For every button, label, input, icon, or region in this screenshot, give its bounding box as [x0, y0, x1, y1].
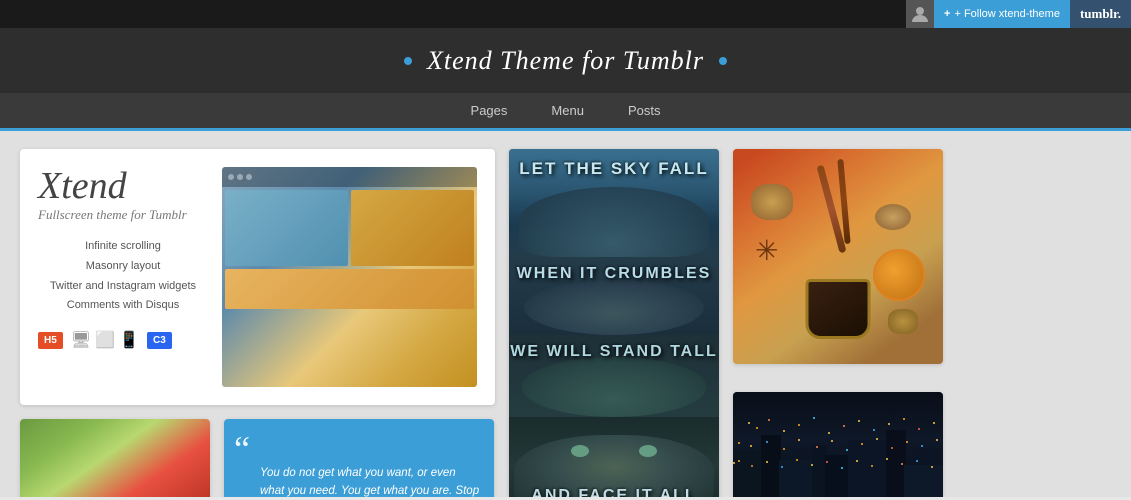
masonry-grid: Xtend Fullscreen theme for Tumblr Infini… [20, 149, 1111, 497]
title-dot-right [719, 57, 727, 65]
food-card [20, 419, 210, 497]
nav-posts[interactable]: Posts [606, 92, 683, 130]
city-photo-card [733, 392, 943, 497]
quote-card: “ You do not get what you want, or even … [224, 419, 494, 497]
follow-label: + Follow xtend-theme [954, 8, 1059, 20]
cat-section-sky: LET THE SKY FALL [509, 149, 719, 257]
screenshot-content [222, 187, 477, 387]
header: Xtend Theme for Tumblr [0, 28, 1131, 93]
screenshot-mock [222, 167, 477, 387]
site-title-text: Xtend Theme for Tumblr [427, 46, 704, 75]
feature-list: Infinite scrolling Masonry layout Twitte… [38, 237, 208, 316]
star-anise-icon: ✳ [755, 234, 778, 267]
feature-icons: H5 🖥 ⬜ 📱 C3 [38, 330, 208, 350]
column-2-cats: LET THE SKY FALL WHEN IT CRUMBLES WE WIL… [509, 149, 719, 497]
cat-text-line3: WE WILL STAND TALL [509, 343, 719, 361]
column-3-photos: ✳ [733, 149, 943, 497]
nav-bar: Pages Menu Posts [0, 93, 1131, 131]
main-content: Xtend Fullscreen theme for Tumblr Infini… [0, 131, 1131, 497]
follow-button[interactable]: + + Follow xtend-theme [934, 0, 1070, 28]
feature-item: Twitter and Instagram widgets [38, 277, 208, 297]
feature-item: Masonry layout [38, 257, 208, 277]
avatar [906, 0, 934, 28]
plus-icon: + [944, 8, 950, 20]
cat-section-face: AND FACE IT ALL [509, 417, 719, 497]
sc-block-2 [351, 190, 474, 266]
feature-subtitle: Fullscreen theme for Tumblr [38, 207, 208, 223]
cat-card: LET THE SKY FALL WHEN IT CRUMBLES WE WIL… [509, 149, 719, 497]
html5-badge: H5 [38, 332, 63, 349]
mobile-icon: 📱 [119, 330, 139, 350]
spice-photo-card: ✳ [733, 149, 943, 364]
city-photo [733, 392, 943, 497]
cat-text-line2: WHEN IT CRUMBLES [509, 265, 719, 283]
nav-menu[interactable]: Menu [529, 92, 606, 130]
feature-card: Xtend Fullscreen theme for Tumblr Infini… [20, 149, 495, 405]
cat-section-crumbles: WHEN IT CRUMBLES [509, 257, 719, 335]
feature-item: Comments with Disqus [38, 296, 208, 316]
feature-title: Xtend [38, 167, 208, 205]
tumblr-label: tumblr. [1080, 6, 1121, 22]
title-dot-left [404, 57, 412, 65]
quote-mark-icon: “ [234, 431, 250, 467]
top-bar: + + Follow xtend-theme tumblr. [0, 0, 1131, 28]
bottom-row: “ You do not get what you want, or even … [20, 419, 495, 497]
tablet-icon: ⬜ [95, 330, 115, 350]
css3-badge: C3 [147, 332, 172, 349]
desktop-icon: 🖥 [71, 330, 91, 350]
quote-text: You do not get what you want, or even wh… [260, 465, 480, 497]
food-image [20, 419, 210, 497]
column-1: Xtend Fullscreen theme for Tumblr Infini… [20, 149, 495, 497]
cat-text-line1: LET THE SKY FALL [509, 159, 719, 179]
cat-section-tall: WE WILL STAND TALL [509, 335, 719, 417]
sc-block-1 [225, 190, 348, 266]
device-icons: 🖥 ⬜ 📱 [71, 330, 139, 350]
screenshot-bar [222, 167, 477, 187]
feature-left: Xtend Fullscreen theme for Tumblr Infini… [38, 167, 208, 387]
nav-pages[interactable]: Pages [449, 92, 530, 130]
sc-block-3 [225, 269, 474, 309]
site-title: Xtend Theme for Tumblr [396, 46, 736, 76]
cat-text-line4: AND FACE IT ALL [509, 487, 719, 497]
spice-photo: ✳ [733, 149, 943, 364]
feature-screenshot [222, 167, 477, 387]
feature-item: Infinite scrolling [38, 237, 208, 257]
tumblr-logo-button[interactable]: tumblr. [1070, 0, 1131, 28]
